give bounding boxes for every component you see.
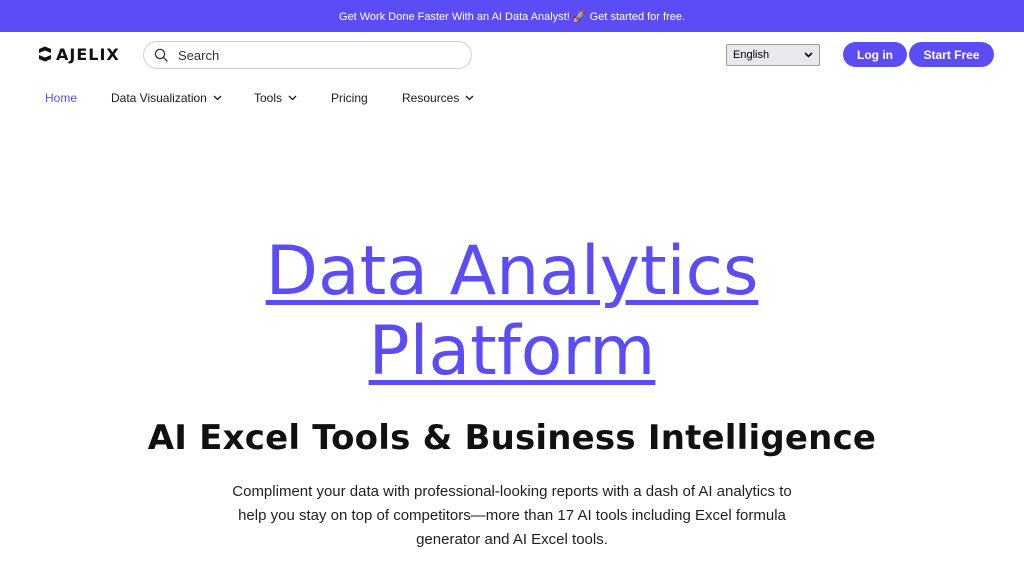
chevron-down-icon: [288, 95, 297, 101]
promo-banner[interactable]: Get Work Done Faster With an AI Data Ana…: [0, 0, 1024, 32]
nav-item-label: Pricing: [331, 91, 368, 105]
language-select-value: English: [733, 49, 770, 61]
hero-title-line-1: Data Analytics: [265, 232, 759, 311]
nav-item-label: Data Visualization: [111, 91, 207, 105]
chevron-down-icon: [213, 95, 222, 101]
site-header: AJELIX English Log in Start Free: [0, 32, 1024, 78]
search-icon: [154, 48, 168, 62]
nav-item-pricing[interactable]: Pricing: [331, 86, 368, 110]
hero-subtitle: AI Excel Tools & Business Intelligence: [147, 418, 877, 458]
start-free-button[interactable]: Start Free: [909, 42, 994, 67]
nav-item-resources[interactable]: Resources: [402, 86, 474, 110]
hero-section: Data Analytics Platform AI Excel Tools &…: [0, 232, 1024, 548]
logo-mark-icon: [39, 46, 51, 62]
nav-item-tools[interactable]: Tools: [254, 86, 297, 110]
hero-title-line-2: Platform: [368, 312, 656, 391]
hero-title-link[interactable]: Data Analytics Platform: [0, 232, 1024, 392]
logo[interactable]: AJELIX: [36, 44, 120, 64]
main-nav: Home Data Visualization Tools Pricing Re…: [0, 86, 1024, 110]
promo-text[interactable]: Get Work Done Faster With an AI Data Ana…: [339, 10, 685, 23]
login-button[interactable]: Log in: [843, 42, 907, 67]
language-select[interactable]: English: [726, 44, 820, 66]
logo-text: AJELIX: [56, 44, 120, 64]
nav-item-home[interactable]: Home: [45, 86, 77, 110]
nav-item-label: Tools: [254, 91, 283, 105]
hero-description: Compliment your data with professional-l…: [232, 483, 792, 548]
chevron-down-icon: [804, 52, 813, 58]
nav-item-data-visualization[interactable]: Data Visualization: [111, 86, 222, 110]
search-box[interactable]: [143, 41, 472, 69]
chevron-down-icon: [465, 95, 474, 101]
nav-item-label: Home: [45, 91, 78, 105]
search-input[interactable]: [178, 47, 438, 63]
nav-item-label: Resources: [402, 91, 460, 105]
